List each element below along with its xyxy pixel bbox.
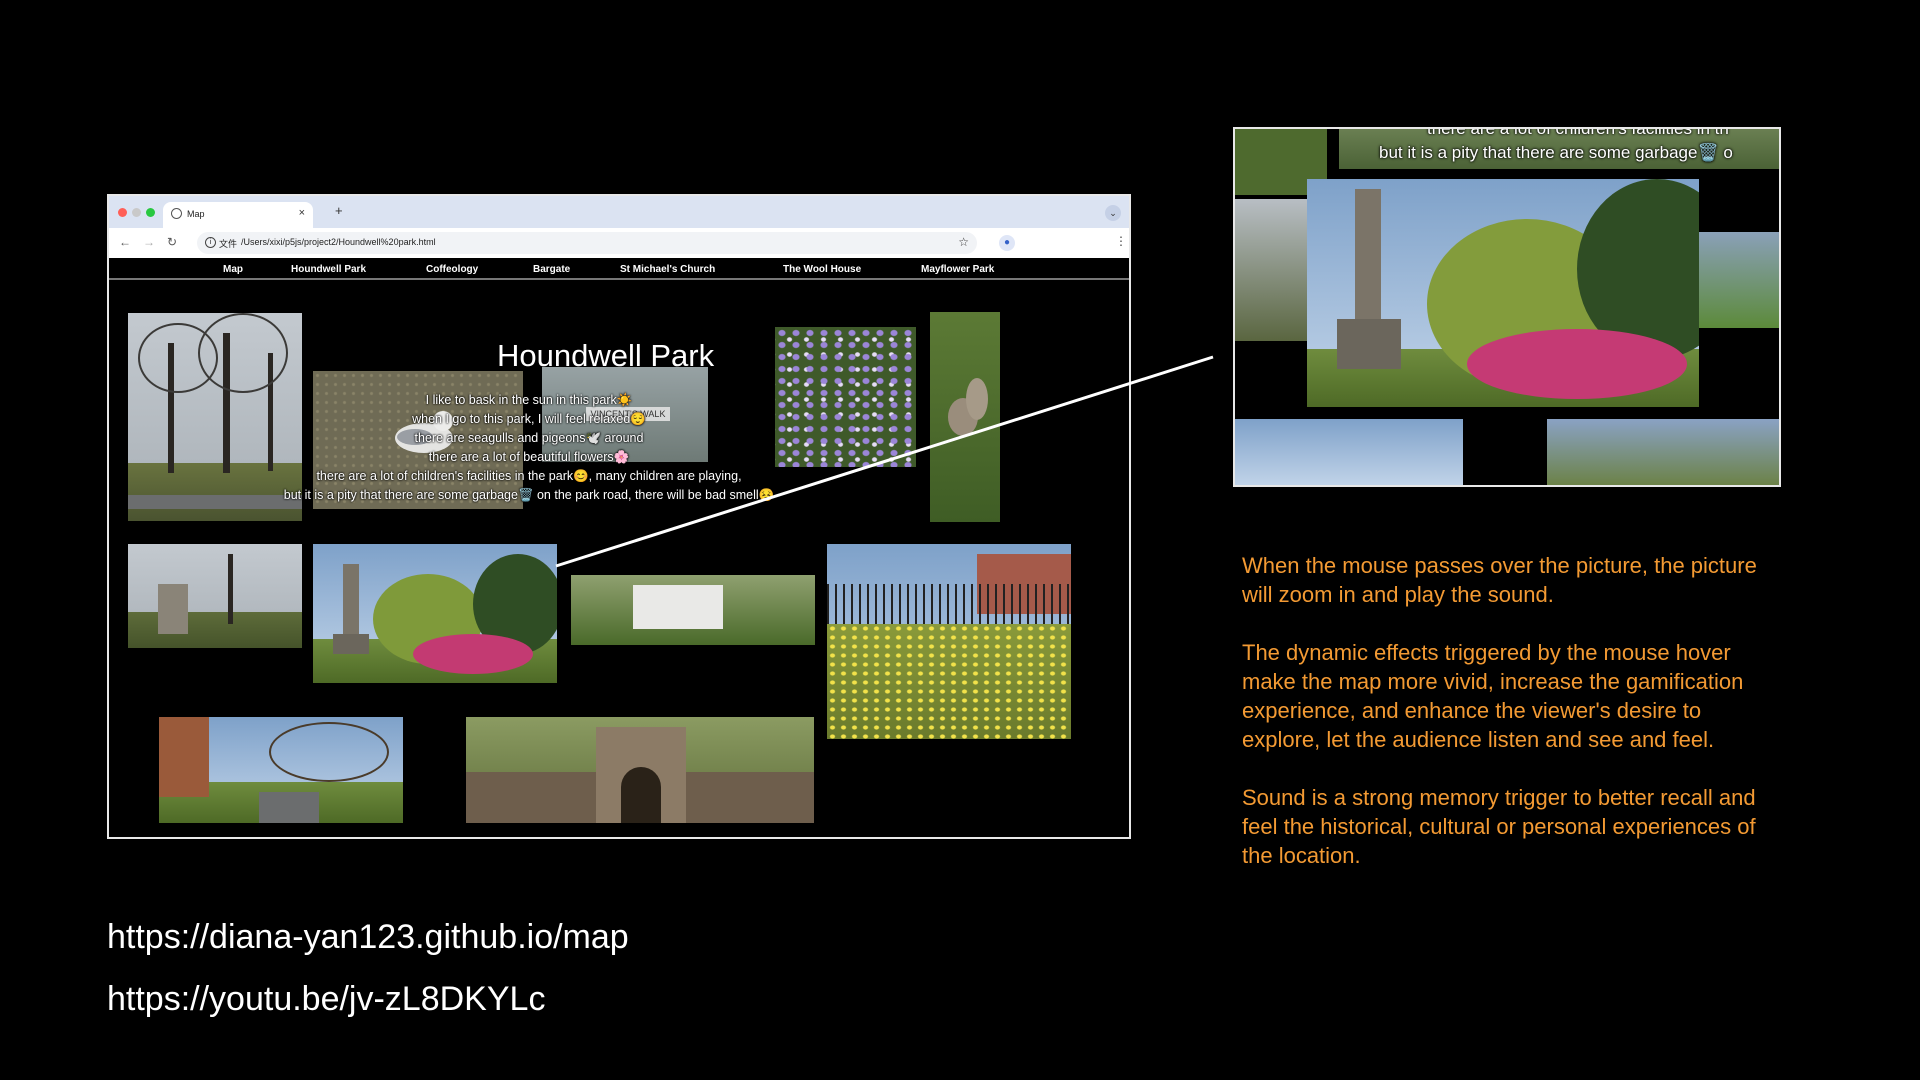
nav-link-houndwell-park[interactable]: Houndwell Park xyxy=(291,264,366,275)
tab-search-button[interactable]: ⌄ xyxy=(1105,205,1121,221)
statue xyxy=(343,564,359,644)
monument xyxy=(158,584,188,634)
description-line: but it is a pity that there are some gar… xyxy=(283,488,775,502)
photo-tree-lined-path[interactable] xyxy=(159,717,403,823)
nav-link-st-michaels-church[interactable]: St Michael's Church xyxy=(620,264,715,275)
iron-fence xyxy=(827,584,1071,624)
site-navigation: Map Houndwell Park Coffeology Bargate St… xyxy=(109,258,1129,280)
tab-close-icon[interactable]: × xyxy=(299,207,305,219)
inset-line: there are a lot of children's facilities… xyxy=(1427,127,1729,138)
browser-screenshot: Map × + ⌄ ← → ↻ i 文件 /Users/xixi/p5js/pr… xyxy=(107,194,1131,839)
tab-bar: Map × + ⌄ xyxy=(109,196,1129,228)
zoomed-photo-inset: there are a lot of children's facilities… xyxy=(1233,127,1781,487)
statue-plinth xyxy=(333,634,369,654)
castle-archway xyxy=(621,767,661,823)
inset-photo-tile xyxy=(1547,419,1779,485)
pink-flowers xyxy=(413,634,533,674)
daffodil-pattern xyxy=(827,624,1071,739)
menu-kebab-icon[interactable]: ⋮ xyxy=(1115,234,1127,248)
minimize-window-button[interactable] xyxy=(132,208,141,217)
grass-area xyxy=(128,612,302,648)
park-description: I like to bask in the sun in this park☀️… xyxy=(279,391,779,505)
profile-icon[interactable]: ● xyxy=(999,235,1015,251)
tab-title: Map xyxy=(187,209,205,219)
tree-branches xyxy=(269,722,389,782)
footpath xyxy=(128,495,302,509)
description-paragraph: Sound is a strong memory trigger to bett… xyxy=(1242,785,1756,868)
description-line: when I go to this park, I will feel rela… xyxy=(412,412,646,426)
statue-plinth xyxy=(1337,319,1401,369)
reload-icon[interactable]: ↻ xyxy=(167,235,177,249)
nav-link-bargate[interactable]: Bargate xyxy=(533,264,570,275)
photo-crocus-flowers[interactable] xyxy=(775,327,916,467)
wooden-fence xyxy=(686,772,814,823)
description-line: I like to bask in the sun in this park☀️ xyxy=(425,393,633,407)
bookmark-star-icon[interactable]: ☆ xyxy=(958,235,969,249)
maximize-window-button[interactable] xyxy=(146,208,155,217)
tree-branches xyxy=(198,313,288,393)
description-line: there are seagulls and pigeons🕊️ around xyxy=(414,431,644,445)
photo-statue-flowers[interactable] xyxy=(313,544,557,683)
wooden-fence xyxy=(466,772,596,823)
address-bar[interactable]: i 文件 /Users/xixi/p5js/project2/Houndwell… xyxy=(197,232,977,254)
tree-trunk xyxy=(228,554,233,624)
photo-play-castle[interactable] xyxy=(466,717,814,823)
url-text[interactable]: /Users/xixi/p5js/project2/Houndwell%20pa… xyxy=(241,237,436,247)
description-line: there are a lot of beautiful flowers🌸 xyxy=(428,450,630,464)
park-page: VINCENT'S WALK Houndwell Park I like to … xyxy=(109,282,1129,837)
squirrel-tail xyxy=(966,378,988,420)
inset-statue-photo xyxy=(1307,179,1699,407)
description-line: there are a lot of children's facilities… xyxy=(316,469,742,483)
photo-misty-monument[interactable] xyxy=(128,544,302,648)
map-url-link[interactable]: https://diana-yan123.github.io/map xyxy=(107,918,629,957)
close-window-button[interactable] xyxy=(118,208,127,217)
page-title: Houndwell Park xyxy=(497,338,715,373)
description-paragraph: The dynamic effects triggered by the mou… xyxy=(1242,640,1744,752)
footpath xyxy=(259,792,319,823)
photo-daffodils[interactable] xyxy=(827,544,1071,739)
back-icon[interactable]: ← xyxy=(119,235,131,249)
photo-bare-trees[interactable] xyxy=(128,313,302,521)
browser-toolbar: ← → ↻ i 文件 /Users/xixi/p5js/project2/Hou… xyxy=(109,228,1129,258)
statue xyxy=(1355,189,1381,329)
inset-photo-tile xyxy=(1235,199,1307,341)
photo-memorial[interactable] xyxy=(571,575,815,645)
nav-link-coffeology[interactable]: Coffeology xyxy=(426,264,478,275)
nav-link-mayflower-park[interactable]: Mayflower Park xyxy=(921,264,994,275)
description-paragraph: When the mouse passes over the picture, … xyxy=(1242,553,1757,607)
photo-squirrel[interactable] xyxy=(930,312,1000,522)
grass-area xyxy=(128,463,302,521)
brick-building xyxy=(159,717,209,797)
new-tab-button[interactable]: + xyxy=(335,203,343,218)
nav-link-the-wool-house[interactable]: The Wool House xyxy=(783,264,861,275)
inset-photo-tile xyxy=(1235,419,1463,485)
file-scheme-label: 文件 xyxy=(219,239,238,249)
video-url-link[interactable]: https://youtu.be/jv-zL8DKYLc xyxy=(107,980,545,1019)
memorial-stone xyxy=(633,585,723,629)
inset-line: but it is a pity that there are some gar… xyxy=(1379,143,1733,162)
nav-link-map[interactable]: Map xyxy=(223,264,243,275)
forward-icon[interactable]: → xyxy=(143,235,155,249)
pink-flowers xyxy=(1467,329,1687,399)
feature-description: When the mouse passes over the picture, … xyxy=(1242,551,1782,899)
browser-tab[interactable]: Map × xyxy=(163,202,313,228)
crocus-pattern xyxy=(775,327,916,467)
globe-icon xyxy=(171,208,182,219)
info-icon[interactable]: i xyxy=(205,237,216,248)
